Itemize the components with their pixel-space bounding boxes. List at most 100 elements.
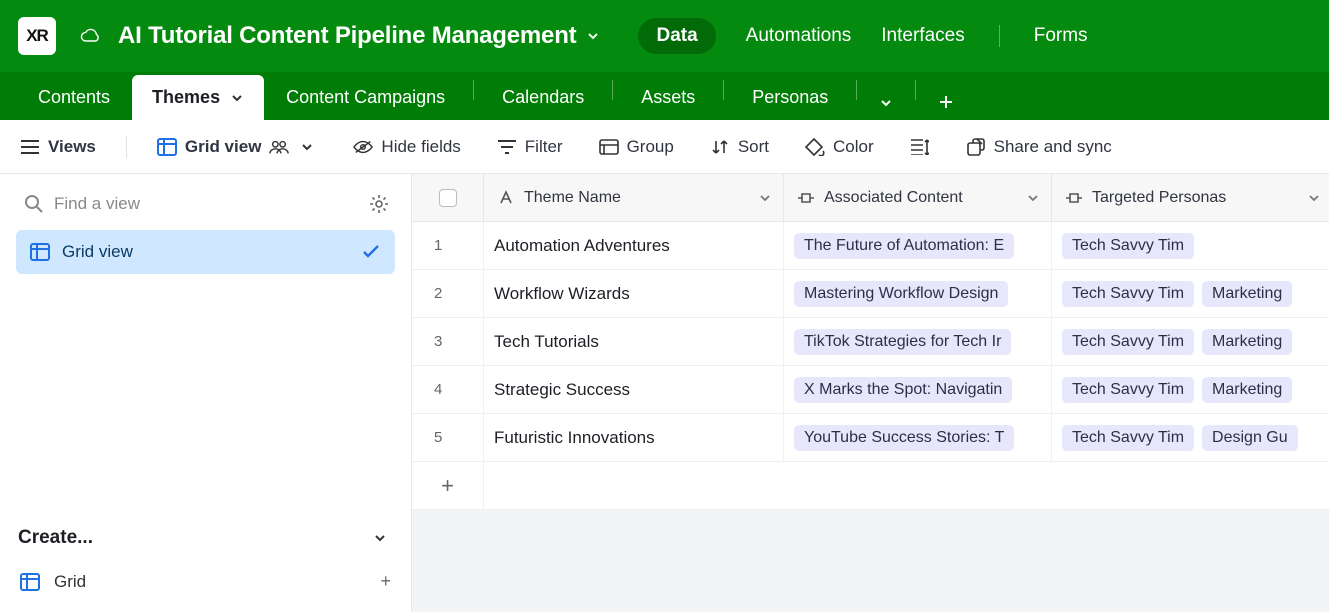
tab-assets[interactable]: Assets	[621, 75, 715, 120]
select-all-checkbox[interactable]	[439, 189, 457, 207]
linked-record-chip[interactable]: Tech Savvy Tim	[1062, 329, 1194, 355]
view-item-grid[interactable]: Grid view	[16, 230, 395, 274]
linked-record-chip[interactable]: TikTok Strategies for Tech Ir	[794, 329, 1011, 355]
table-row[interactable]: 3Tech TutorialsTikTok Strategies for Tec…	[412, 318, 1329, 366]
nav-automations[interactable]: Automations	[746, 25, 852, 47]
cell-associated-content[interactable]: YouTube Success Stories: T	[784, 414, 1052, 461]
sort-button[interactable]: Sort	[704, 131, 775, 163]
create-grid-option[interactable]: Grid +	[14, 563, 397, 600]
linked-record-chip[interactable]: Tech Savvy Tim	[1062, 233, 1194, 259]
view-item-label: Grid view	[62, 242, 133, 262]
plus-icon: +	[412, 462, 484, 509]
cell-theme-name[interactable]: Strategic Success	[484, 366, 784, 413]
group-button[interactable]: Group	[593, 131, 680, 163]
row-number: 2	[412, 270, 484, 317]
linked-record-chip[interactable]: Tech Savvy Tim	[1062, 281, 1194, 307]
header-associated-content[interactable]: Associated Content	[784, 174, 1052, 221]
cell-targeted-personas[interactable]: Tech Savvy Tim Design Gu	[1052, 414, 1329, 461]
chevron-down-icon[interactable]	[1027, 192, 1039, 204]
linked-record-chip[interactable]: Mastering Workflow Design	[794, 281, 1008, 307]
linked-record-chip[interactable]: Tech Savvy Tim	[1062, 377, 1194, 403]
nav-forms[interactable]: Forms	[1034, 25, 1088, 47]
add-row[interactable]: +	[412, 462, 1329, 510]
linked-record-chip[interactable]: Marketing	[1202, 329, 1292, 355]
cell-associated-content[interactable]: TikTok Strategies for Tech Ir	[784, 318, 1052, 365]
cell-theme-name[interactable]: Automation Adventures	[484, 222, 784, 269]
linked-record-chip[interactable]: X Marks the Spot: Navigatin	[794, 377, 1012, 403]
linked-record-chip[interactable]: The Future of Automation: E	[794, 233, 1014, 259]
create-label: Create...	[18, 527, 93, 549]
header-targeted-personas[interactable]: Targeted Personas	[1052, 174, 1329, 221]
view-toolbar: Views Grid view Hide fields Filter Group	[0, 120, 1329, 174]
view-search-row	[14, 186, 397, 230]
linked-record-chip[interactable]: Tech Savvy Tim	[1062, 425, 1194, 451]
row-number: 5	[412, 414, 484, 461]
table-row[interactable]: 4Strategic Success X Marks the Spot: Navi…	[412, 366, 1329, 414]
cell-associated-content[interactable]: X Marks the Spot: Navigatin	[784, 366, 1052, 413]
cell-targeted-personas[interactable]: Tech Savvy Tim	[1052, 222, 1329, 269]
linked-record-chip[interactable]: Marketing	[1202, 377, 1292, 403]
nav-data[interactable]: Data	[638, 18, 715, 54]
main-area: Grid view Create... Grid +	[0, 174, 1329, 612]
cell-theme-name[interactable]: Tech Tutorials	[484, 318, 784, 365]
row-number: 4	[412, 366, 484, 413]
table-row[interactable]: 2Workflow Wizards Mastering Workflow Desi…	[412, 270, 1329, 318]
view-switcher[interactable]: Grid view	[151, 131, 324, 163]
linked-record-chip[interactable]: Design Gu	[1202, 425, 1298, 451]
linked-record-chip[interactable]: Marketing	[1202, 281, 1292, 307]
row-number: 1	[412, 222, 484, 269]
cell-associated-content[interactable]: The Future of Automation: E	[784, 222, 1052, 269]
check-icon	[361, 242, 381, 262]
hide-fields-button[interactable]: Hide fields	[347, 131, 466, 163]
base-title-text: AI Tutorial Content Pipeline Management	[118, 22, 576, 50]
sidebar-create-section: Create... Grid +	[14, 509, 397, 600]
cell-targeted-personas[interactable]: Tech Savvy Tim Marketing	[1052, 366, 1329, 413]
header-theme-name[interactable]: Theme Name	[484, 174, 784, 221]
divider	[723, 80, 724, 100]
chevron-down-icon[interactable]	[1308, 192, 1320, 204]
grid-icon	[30, 242, 50, 262]
filter-button[interactable]: Filter	[491, 131, 569, 163]
row-height-button[interactable]	[904, 131, 936, 163]
table-row[interactable]: 5Futuristic Innovations YouTube Success S…	[412, 414, 1329, 462]
hide-fields-label: Hide fields	[381, 137, 460, 157]
gear-icon[interactable]	[369, 194, 389, 214]
linked-record-chip[interactable]: YouTube Success Stories: T	[794, 425, 1014, 451]
tab-personas[interactable]: Personas	[732, 75, 848, 120]
cell-theme-name[interactable]: Futuristic Innovations	[484, 414, 784, 461]
tab-content-campaigns[interactable]: Content Campaigns	[266, 75, 465, 120]
chevron-down-icon	[230, 91, 244, 105]
view-search-input[interactable]	[54, 194, 359, 214]
app-logo[interactable]: XR	[18, 17, 56, 55]
nav-interfaces[interactable]: Interfaces	[881, 25, 964, 47]
chevron-down-icon[interactable]	[759, 192, 771, 204]
divider	[473, 80, 474, 100]
views-button[interactable]: Views	[14, 131, 102, 163]
cell-associated-content[interactable]: Mastering Workflow Design	[784, 270, 1052, 317]
share-sync-button[interactable]: Share and sync	[960, 131, 1118, 163]
color-button[interactable]: Color	[799, 131, 880, 163]
data-grid: Theme Name Associated Content Targeted P	[412, 174, 1329, 612]
header-theme-name-label: Theme Name	[524, 189, 621, 207]
add-table-button[interactable]	[924, 84, 968, 120]
cell-theme-name[interactable]: Workflow Wizards	[484, 270, 784, 317]
cell-targeted-personas[interactable]: Tech Savvy Tim Marketing	[1052, 318, 1329, 365]
top-bar: XR AI Tutorial Content Pipeline Manageme…	[0, 0, 1329, 72]
tab-overflow-menu[interactable]	[865, 86, 907, 120]
create-header[interactable]: Create...	[14, 519, 397, 563]
link-field-icon	[1064, 188, 1084, 208]
tab-themes-label: Themes	[152, 87, 220, 108]
tab-themes[interactable]: Themes	[132, 75, 264, 120]
table-row[interactable]: 1Automation Adventures The Future of Auto…	[412, 222, 1329, 270]
header-checkbox-cell	[412, 174, 484, 221]
sort-label: Sort	[738, 137, 769, 157]
grid-body: 1Automation Adventures The Future of Auto…	[412, 222, 1329, 462]
tab-calendars[interactable]: Calendars	[482, 75, 604, 120]
history-icon[interactable]	[80, 26, 100, 46]
cell-targeted-personas[interactable]: Tech Savvy Tim Marketing	[1052, 270, 1329, 317]
tab-contents[interactable]: Contents	[18, 75, 130, 120]
base-title[interactable]: AI Tutorial Content Pipeline Management	[118, 22, 600, 50]
create-grid-label: Grid	[54, 572, 86, 592]
color-label: Color	[833, 137, 874, 157]
grid-icon	[157, 137, 177, 157]
